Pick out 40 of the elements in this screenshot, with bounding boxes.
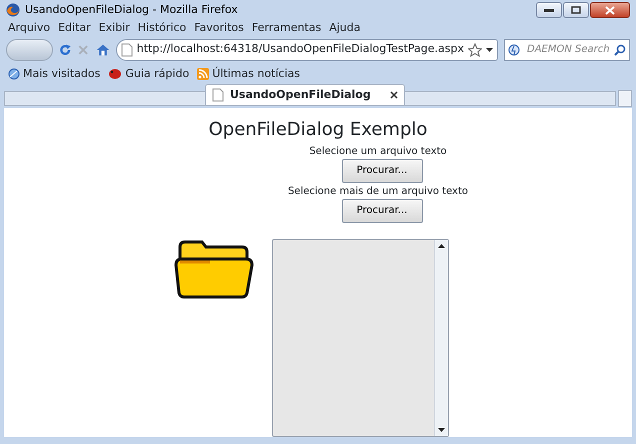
menu-item[interactable]: Arquivo [4, 20, 54, 36]
close-icon [605, 6, 615, 14]
menu-item[interactable]: Ferramentas [248, 20, 326, 36]
close-tab-icon[interactable] [390, 91, 398, 99]
firefox-icon [6, 3, 20, 17]
browse-button[interactable]: Procurar... [342, 198, 422, 223]
maximize-icon [571, 6, 581, 14]
scroll-down-icon[interactable] [438, 428, 444, 432]
bookmark-link[interactable]: Últimas notícias [197, 66, 300, 82]
globe-icon [8, 68, 20, 80]
browse-button[interactable]: Procurar... [342, 158, 422, 183]
url-text: http://localhost:64318/UsandoOpenFileDialogTestPage.aspx [136, 41, 464, 58]
field-label: Selecione mais de um arquivo texto [288, 186, 468, 198]
scrollbar[interactable] [434, 240, 448, 436]
feed-icon [197, 68, 210, 80]
page-icon [212, 88, 224, 102]
maximize-button[interactable] [563, 2, 589, 18]
bookmark-link[interactable]: Mais visitados [8, 66, 100, 82]
field-label: Selecione um arquivo texto [309, 146, 447, 158]
bookmark-link[interactable]: Guia rápido [108, 66, 190, 82]
search-icon[interactable] [614, 44, 626, 56]
browser-tab[interactable]: UsandoOpenFileDialog [205, 84, 405, 105]
scroll-up-icon[interactable] [438, 244, 444, 248]
minimize-icon [544, 8, 554, 12]
menu-item[interactable]: Favoritos [190, 20, 248, 36]
folder-icon [174, 239, 254, 299]
search-bar[interactable]: DAEMON Search [504, 38, 630, 60]
address-field[interactable]: http://localhost:64318/UsandoOpenFileDialogTestPage.aspx [116, 38, 498, 60]
menu-item[interactable]: Exibir [94, 20, 134, 36]
star-icon[interactable] [468, 42, 482, 56]
dropdown-icon[interactable] [486, 48, 493, 52]
close-button[interactable] [590, 2, 630, 18]
minimize-button[interactable] [536, 2, 562, 18]
page-icon [120, 42, 133, 56]
window-title: UsandoOpenFileDialog - Mozilla Firefox [25, 2, 238, 18]
page-heading: OpenFileDialog Exemplo [208, 120, 428, 140]
menu-item[interactable]: Histórico [134, 20, 190, 36]
menu-item[interactable]: Editar [54, 20, 95, 36]
reload-icon[interactable] [58, 42, 72, 58]
menu-item[interactable]: Ajuda [325, 20, 364, 36]
